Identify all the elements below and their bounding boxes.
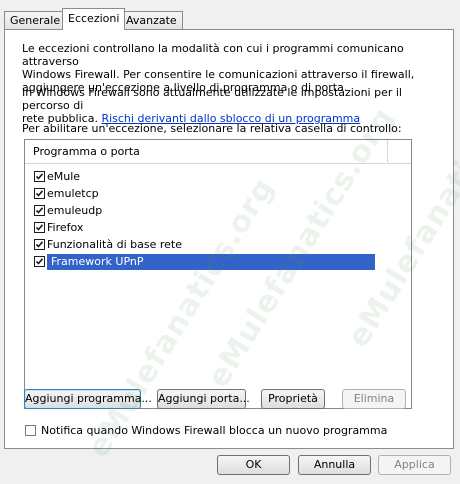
list-item-label: emuletcp <box>47 187 99 200</box>
list-item-label: emuleudp <box>47 204 103 217</box>
column-header-program[interactable]: Programma o porta <box>25 140 386 164</box>
list-item[interactable]: Funzionalità di base rete <box>34 237 182 253</box>
exception-checkbox[interactable] <box>34 171 45 182</box>
cancel-button[interactable]: Annulla <box>298 455 371 475</box>
exception-checkbox[interactable] <box>34 205 45 216</box>
apply-button[interactable]: Applica <box>378 455 451 475</box>
add-port-button[interactable]: Aggiungi porta... <box>157 389 250 409</box>
tab-eccezioni[interactable]: Eccezioni <box>62 8 126 30</box>
firewall-profile-info: In Windows Firewall sono attualmente uti… <box>22 86 442 125</box>
instruction-text: Per abilitare un'eccezione, selezionare … <box>22 122 402 135</box>
list-item[interactable]: emuleudp <box>34 203 102 219</box>
tab-generale-label: Generale <box>10 14 61 27</box>
list-item[interactable]: Firefox <box>34 220 83 236</box>
exception-checkbox[interactable] <box>34 239 45 250</box>
description-line: Le eccezioni controllano la modalità con… <box>22 42 404 68</box>
exception-checkbox[interactable] <box>34 188 45 199</box>
notify-label: Notifica quando Windows Firewall blocca … <box>41 424 388 437</box>
list-item[interactable]: Framework UPnP <box>34 254 375 270</box>
tab-generale[interactable]: Generale <box>4 11 67 29</box>
list-item[interactable]: eMule <box>34 169 80 185</box>
list-item-label: Firefox <box>47 221 84 234</box>
description-line: Windows Firewall. Per consentire le comu… <box>22 68 415 81</box>
exception-checkbox[interactable] <box>34 222 45 233</box>
tab-avanzate-label: Avanzate <box>126 14 177 27</box>
notify-checkbox[interactable] <box>25 425 36 436</box>
profile-info-line: In Windows Firewall sono attualmente uti… <box>22 86 402 112</box>
list-item-label: Funzionalità di base rete <box>47 238 182 251</box>
column-header-filler <box>387 140 411 164</box>
tab-eccezioni-label: Eccezioni <box>68 12 120 25</box>
exception-checkbox[interactable] <box>34 256 45 267</box>
list-item[interactable]: emuletcp <box>34 186 99 202</box>
exceptions-list[interactable]: Programma o porta eMule emuletcp emuleudp F… <box>24 139 412 409</box>
list-item-label: eMule <box>47 170 81 183</box>
tab-avanzate[interactable]: Avanzate <box>120 11 183 29</box>
notify-option[interactable]: Notifica quando Windows Firewall blocca … <box>25 424 387 438</box>
delete-button[interactable]: Elimina <box>342 389 406 409</box>
add-program-button[interactable]: Aggiungi programma... <box>24 389 152 409</box>
list-item-label: Framework UPnP <box>47 254 375 270</box>
ok-button[interactable]: OK <box>217 455 290 475</box>
exceptions-panel: Le eccezioni controllano la modalità con… <box>4 29 454 449</box>
properties-button[interactable]: Proprietà <box>261 389 325 409</box>
